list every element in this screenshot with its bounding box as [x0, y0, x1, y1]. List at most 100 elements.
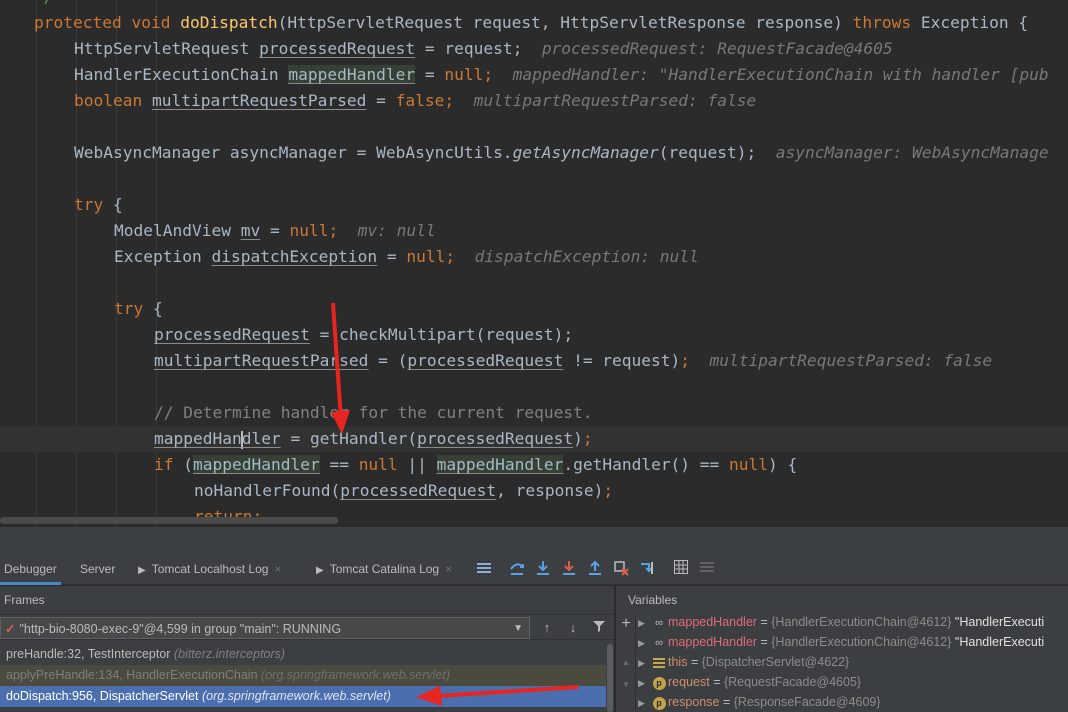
code-line-14[interactable]: if (mappedHandler == null || mappedHandl…	[154, 452, 1068, 478]
variable-type: {HandlerExecutionChain@4612}	[771, 615, 952, 629]
watch-icon: ∞	[655, 637, 663, 649]
code-text: ==	[319, 455, 359, 474]
variable-row[interactable]: ▶ ∞ mappedHandler = {HandlerExecutionChain…	[638, 632, 1068, 652]
method-call: noHandlerFound	[194, 481, 331, 500]
scrollbar-thumb[interactable]	[607, 644, 613, 712]
menu-icon[interactable]	[475, 560, 493, 578]
tab-tomcat-localhost-log[interactable]: ▶ Tomcat Localhost Log ×	[138, 553, 281, 585]
code-editor[interactable]: */ protected void doDispatch(HttpServlet…	[0, 0, 1068, 527]
method-name: doDispatch	[180, 13, 278, 32]
variables-panel: Variables + ▲ ▼ ▶ ∞ mappedHandler = {Handl…	[616, 586, 1068, 712]
console-icon: ▶	[138, 565, 146, 576]
code-line-7[interactable]: ModelAndView mv = null; mv: null	[114, 218, 1068, 244]
variable-type: {DispatcherServlet@4622}	[701, 655, 850, 669]
code-text: = getHandler	[280, 429, 408, 448]
keyword: null	[444, 65, 484, 84]
tool-window-splitter[interactable]	[0, 527, 1068, 553]
close-icon[interactable]: ×	[445, 562, 452, 576]
inline-debug-value: asyncManager: WebAsyncManage	[775, 143, 1049, 162]
code-line-5[interactable]: WebAsyncManager asyncManager = WebAsyncU…	[74, 140, 1068, 166]
arrow-up-icon[interactable]: ↑	[538, 619, 556, 637]
step-out-icon[interactable]	[586, 560, 604, 578]
variable-row[interactable]: ▶ p request = {RequestFacade@4605}	[638, 672, 1068, 692]
code-line-15[interactable]: noHandlerFound(processedRequest, respons…	[194, 478, 1068, 504]
keyword: throws	[852, 13, 912, 32]
code-line-11[interactable]: multipartRequestParsed = (processedReque…	[154, 348, 1068, 374]
step-over-icon[interactable]	[508, 560, 526, 578]
variable-type: {RequestFacade@4605}	[723, 675, 862, 689]
frame-method: applyPreHandle:134, HandlerExecutionChai…	[6, 668, 258, 682]
collapse-icon[interactable]: ▲	[622, 658, 630, 667]
frame-row[interactable]: applyPreHandle:134, HandlerExecutionChai…	[0, 665, 606, 686]
code-line-10[interactable]: processedRequest = checkMultipart(reques…	[154, 322, 1068, 348]
trace-icon[interactable]	[698, 560, 716, 578]
watch-icon: ∞	[655, 617, 663, 629]
tab-server[interactable]: Server	[80, 553, 115, 585]
tab-label: Tomcat Catalina Log	[329, 562, 440, 576]
variable-name: mappedHandler	[668, 615, 757, 629]
drop-frame-icon[interactable]	[612, 560, 630, 578]
inline-debug-value: mappedHandler: "HandlerExecutionChain wi…	[512, 65, 1049, 84]
code-line-9[interactable]: try {	[114, 296, 1068, 322]
run-to-cursor-icon[interactable]	[638, 560, 656, 578]
code-text: {	[143, 299, 163, 318]
close-icon[interactable]: ×	[274, 562, 281, 576]
current-execution-line[interactable]: mappedHandler = getHandler(processedRequ…	[0, 426, 1068, 452]
type-name: HandlerExecutionChain	[74, 65, 289, 84]
arrow-down-icon[interactable]: ↓	[564, 619, 582, 637]
code-line-8[interactable]: Exception dispatchException = null; disp…	[114, 244, 1068, 270]
variable: mappedHandler	[436, 455, 564, 474]
code-line-6[interactable]: try {	[74, 192, 1068, 218]
expand-triangle-icon[interactable]: ▶	[638, 653, 650, 672]
keyword: false	[395, 91, 445, 110]
code-text: =	[260, 221, 290, 240]
tab-tomcat-catalina-log[interactable]: ▶ Tomcat Catalina Log ×	[316, 553, 452, 585]
semicolon: ;	[483, 65, 494, 84]
thread-row: ✓ "http-bio-8080-exec-9"@4,599 in group "…	[0, 614, 614, 640]
variable: processedRequest	[154, 325, 310, 344]
tab-label: Tomcat Localhost Log	[151, 562, 269, 576]
expand-icon[interactable]: ▼	[622, 680, 630, 689]
expand-triangle-icon[interactable]: ▶	[638, 613, 650, 632]
code-text: WebAsyncManager asyncManager = WebAsyncU…	[74, 143, 513, 162]
tab-debugger[interactable]: Debugger	[0, 553, 61, 585]
filter-icon[interactable]	[590, 619, 608, 637]
code-text: ) {	[768, 455, 798, 474]
force-step-into-icon[interactable]	[560, 560, 578, 578]
inline-debug-value: processedRequest: RequestFacade@4605	[541, 39, 893, 58]
expand-triangle-icon[interactable]: ▶	[638, 693, 650, 712]
comment-text: */	[34, 0, 54, 6]
paren: (	[407, 429, 418, 448]
tab-label: Debugger	[4, 562, 57, 576]
frame-row-selected[interactable]: doDispatch:956, DispatcherServlet (org.s…	[0, 686, 606, 707]
variable: multipartRequestParsed	[154, 351, 369, 370]
param-icon: p	[650, 693, 668, 712]
code-line-12[interactable]: // Determine handler for the current req…	[154, 400, 1068, 426]
frames-scrollbar[interactable]	[606, 644, 614, 712]
variable-row[interactable]: ▶ this = {DispatcherServlet@4622}	[638, 652, 1068, 672]
variable-row[interactable]: ▶ ∞ mappedHandler = {HandlerExecutionChain…	[638, 612, 1068, 632]
variable-name: this	[668, 655, 688, 669]
code-line-1[interactable]: protected void doDispatch(HttpServletReq…	[34, 10, 1068, 36]
inline-debug-value: multipartRequestParsed: false	[709, 351, 993, 370]
expand-triangle-icon[interactable]: ▶	[638, 673, 650, 692]
comment-fragment: */	[34, 0, 1068, 10]
code-comment: // Determine handler for the current req…	[154, 403, 593, 422]
frames-panel: Frames ✓ "http-bio-8080-exec-9"@4,599 in …	[0, 586, 614, 712]
evaluate-expression-icon[interactable]	[672, 560, 690, 578]
tab-label: Server	[80, 562, 116, 576]
add-watch-icon[interactable]: +	[618, 616, 634, 632]
variable-row[interactable]: ▶ p response = {ResponseFacade@4609}	[638, 692, 1068, 712]
horizontal-scrollbar[interactable]	[0, 517, 338, 524]
variable: processedRequest	[259, 39, 416, 58]
thread-label: "http-bio-8080-exec-9"@4,599 in group "m…	[19, 622, 342, 636]
step-into-icon[interactable]	[534, 560, 552, 578]
thread-selector[interactable]: ✓ "http-bio-8080-exec-9"@4,599 in group "…	[0, 617, 530, 639]
frame-package: (org.springframework.web.servlet)	[261, 668, 450, 682]
code-line-3[interactable]: HandlerExecutionChain mappedHandler = nu…	[74, 62, 1068, 88]
code-line-2[interactable]: HttpServletRequest processedRequest = re…	[74, 36, 1068, 62]
expand-triangle-icon[interactable]: ▶	[638, 633, 650, 652]
code-text: = request;	[415, 39, 523, 58]
code-line-4[interactable]: boolean multipartRequestParsed = false; …	[74, 88, 1068, 114]
frame-row[interactable]: preHandle:32, TestInterceptor (bitterz.i…	[0, 644, 606, 665]
